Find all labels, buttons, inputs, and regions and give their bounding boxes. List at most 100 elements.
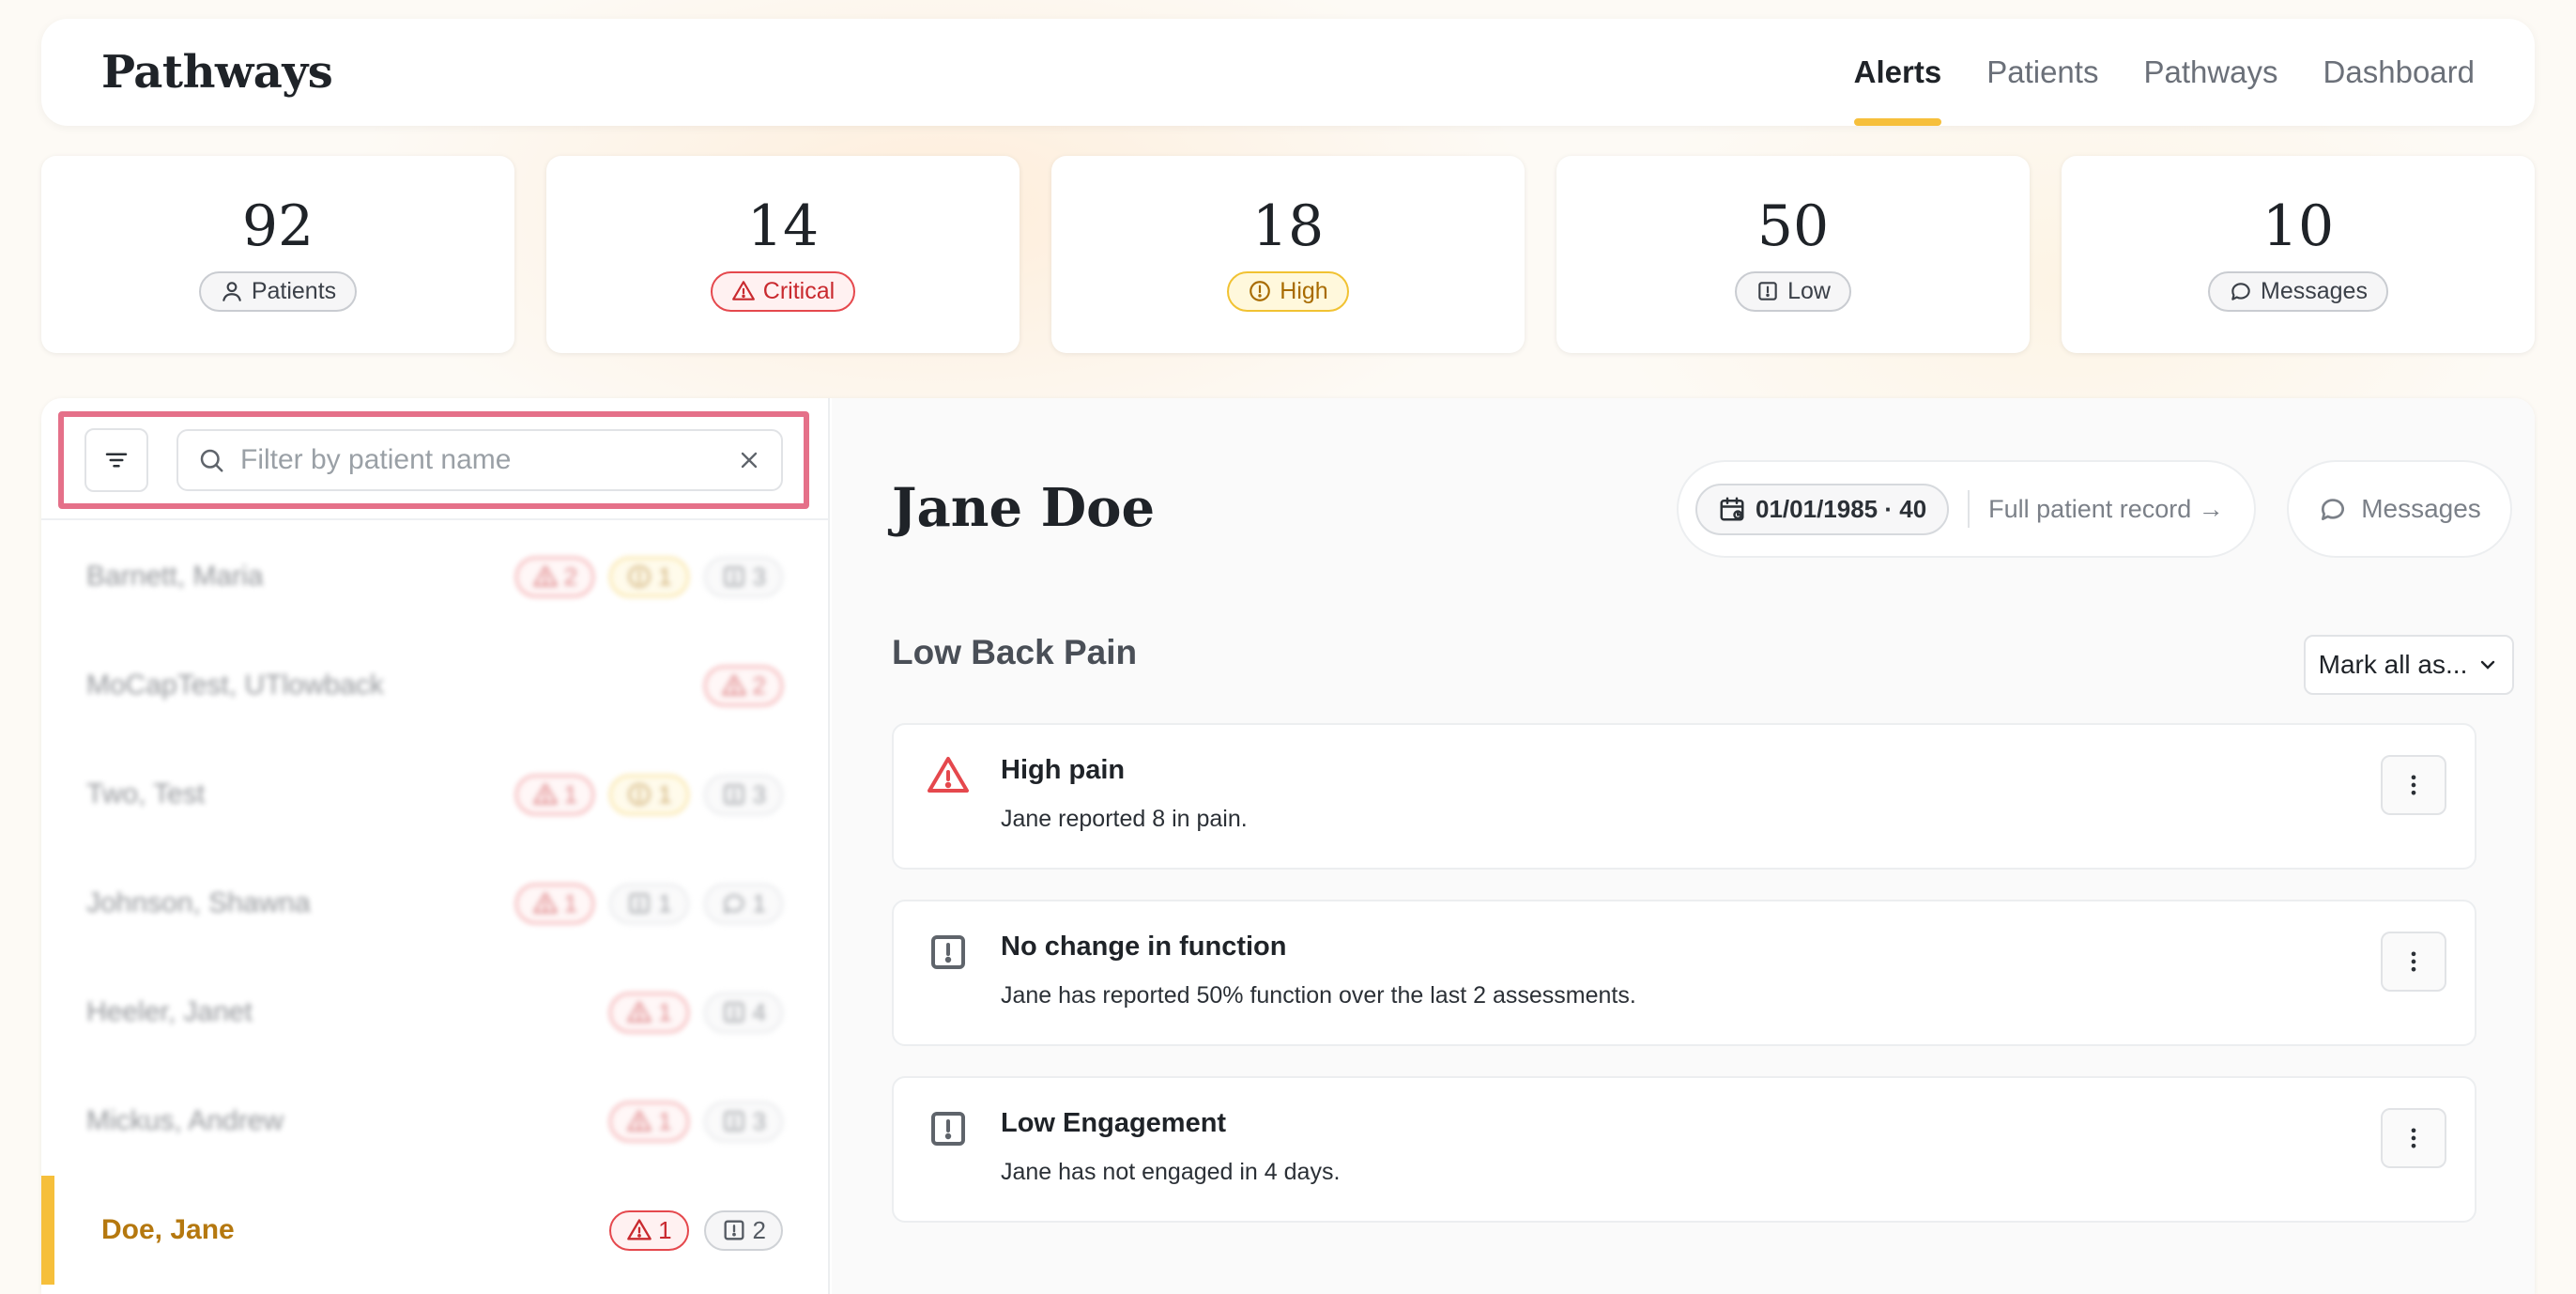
badge-count: 3 [752, 779, 766, 809]
badge-count: 1 [752, 888, 766, 917]
patient-name-label: Doe, Jane [101, 1214, 235, 1245]
alert-menu-button[interactable] [2381, 1108, 2446, 1168]
warning-triangle-icon [532, 783, 558, 805]
full-record-link[interactable]: Full patient record → [1988, 495, 2237, 524]
alert-badges: 2 [703, 665, 783, 706]
search-input[interactable] [240, 444, 721, 476]
alert-title: No change in function [1001, 932, 1287, 962]
patient-row[interactable]: Mickus, Andrew 1 3 [41, 1067, 828, 1176]
badge-high: 1 [609, 556, 689, 597]
messages-button[interactable]: Messages [2287, 460, 2512, 558]
alert-description: Jane reported 8 in pain. [1001, 806, 1248, 832]
alert-card[interactable]: Low Engagement Jane has not engaged in 4… [892, 1076, 2476, 1223]
dob-text: 01/01/1985 · 40 [1756, 494, 1927, 523]
alert-square-icon [724, 1220, 744, 1240]
filter-icon [105, 453, 128, 468]
stat-card-patients[interactable]: 92 Patients [41, 156, 514, 353]
alert-badges: 1 1 3 [514, 774, 783, 815]
patient-info-group: 01/01/1985 · 40 Full patient record → [1677, 460, 2256, 558]
alert-badges: 14 [609, 992, 783, 1033]
warning-triangle-icon [627, 1110, 652, 1132]
alert-title: Low Engagement [1001, 1108, 1227, 1138]
filter-bar [58, 411, 809, 509]
alert-square-icon [1758, 282, 1777, 300]
stats-row: 92 Patients 14 Critical 18 High 50 Low 1… [41, 156, 2535, 353]
tab-pathways[interactable]: Pathways [2143, 19, 2277, 126]
stat-label: Low [1787, 277, 1831, 304]
stat-pill-messages: Messages [2208, 270, 2388, 312]
badge-critical: 2 [514, 556, 595, 597]
alert-card[interactable]: No change in function Jane has reported … [892, 900, 2476, 1046]
pathway-title: Low Back Pain [892, 633, 1138, 671]
badge-count: 1 [658, 1215, 672, 1244]
badge-count: 1 [658, 997, 672, 1026]
alert-menu-button[interactable] [2381, 755, 2446, 815]
badge-count: 4 [752, 997, 766, 1026]
tab-dashboard[interactable]: Dashboard [2323, 19, 2475, 126]
badge-count: 2 [563, 562, 578, 591]
alert-square-icon [724, 566, 744, 587]
badge-low: 3 [703, 774, 783, 815]
divider [41, 518, 828, 520]
patient-row[interactable]: Two, Test 1 1 3 [41, 740, 828, 849]
stat-value: 14 [746, 193, 820, 259]
mark-all-label: Mark all as... [2318, 650, 2468, 679]
alert-card[interactable]: High pain Jane reported 8 in pain. [892, 723, 2476, 870]
warning-triangle-icon [627, 1219, 652, 1240]
warning-triangle-icon [532, 892, 558, 914]
filter-button[interactable] [84, 428, 148, 492]
stat-pill-critical: Critical [710, 270, 856, 312]
patient-name-label: Johnson, Shawna [86, 887, 311, 918]
stat-pill-low: Low [1735, 270, 1851, 312]
warning-triangle-icon [928, 757, 969, 793]
alert-circle-icon [628, 783, 651, 806]
badge-critical: 1 [609, 1101, 689, 1142]
patient-row[interactable]: Barnett, Maria 2 1 3 [41, 522, 828, 631]
app-header: Pathways Alerts Patients Pathways Dashbo… [41, 19, 2535, 126]
badge-count: 1 [658, 888, 672, 917]
stat-pill-patients: Patients [198, 270, 358, 312]
alert-menu-button[interactable] [2381, 932, 2446, 992]
separator [1968, 490, 1970, 528]
patient-row[interactable]: Doe, Jane 1 2 [41, 1176, 828, 1285]
chevron-down-icon [2481, 660, 2495, 670]
stat-card-high[interactable]: 18 High [1051, 156, 1525, 353]
patient-name-label: Barnett, Maria [86, 561, 264, 592]
tab-alerts[interactable]: Alerts [1853, 19, 1941, 126]
badge-count: 1 [563, 779, 578, 809]
alert-badges: 12 [609, 1209, 783, 1251]
patient-row[interactable]: Heeler, Janet 1 4 [41, 958, 828, 1067]
badge-low: 1 [609, 883, 689, 924]
badge-count: 2 [752, 670, 766, 700]
warning-triangle-icon [627, 1001, 652, 1023]
badge-count: 1 [658, 1106, 672, 1135]
badge-critical: 1 [609, 992, 689, 1033]
stat-card-messages[interactable]: 10 Messages [2062, 156, 2535, 353]
tab-patients[interactable]: Patients [1986, 19, 2098, 126]
badge-count: 1 [563, 888, 578, 917]
stat-value: 92 [241, 193, 314, 259]
badge-high: 1 [609, 774, 689, 815]
chat-bubble-icon [2322, 499, 2345, 520]
alert-description: Jane has reported 50% function over the … [1001, 982, 1636, 1009]
mark-all-dropdown[interactable]: Mark all as... [2304, 635, 2514, 695]
alert-square-icon [931, 935, 965, 969]
patient-row[interactable]: Johnson, Shawna 1 1 1 [41, 849, 828, 958]
more-vertical-icon [2411, 775, 2416, 795]
app-title: Pathways [101, 46, 333, 99]
stat-card-critical[interactable]: 14 Critical [546, 156, 1020, 353]
messages-label: Messages [2361, 494, 2481, 523]
chat-bubble-icon [724, 894, 744, 914]
badge-critical: 1 [514, 883, 595, 924]
stat-card-low[interactable]: 50 Low [1556, 156, 2030, 353]
alert-square-icon [931, 1112, 965, 1146]
patient-row[interactable]: MoCapTest, UTlowback 2 [41, 631, 828, 740]
stat-label: Critical [762, 277, 836, 304]
clear-icon[interactable] [736, 447, 762, 473]
dob-chip: 01/01/1985 · 40 [1695, 483, 1950, 535]
stat-value: 50 [1756, 193, 1830, 259]
badge-critical: 1 [609, 1209, 689, 1251]
badge-message: 1 [703, 883, 783, 924]
patient-sidebar: Barnett, Maria213MoCapTest, UTlowback2Tw… [41, 398, 830, 1294]
chat-bubble-icon [2231, 283, 2250, 300]
